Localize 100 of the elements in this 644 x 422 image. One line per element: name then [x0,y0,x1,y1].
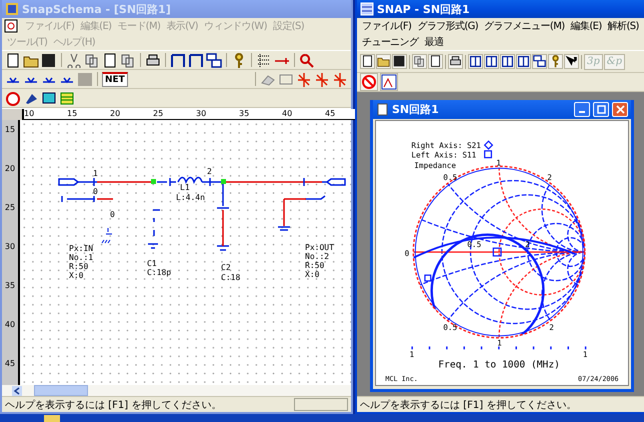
ruler-label: 15 [67,109,78,119]
window-icon[interactable] [170,52,186,68]
ruler-label: 45 [4,358,16,369]
cascade-windows-icon[interactable] [532,54,547,69]
menu-item[interactable]: グラフメニュー(M) [481,18,568,34]
window-title: SNAP - SN回路1 [377,2,470,16]
scale-label: 1 [410,350,414,360]
new-document-icon[interactable] [360,54,375,69]
schematic-label: C:18p [147,268,172,277]
key-icon[interactable] [548,54,563,69]
chart-axis-label: 2 [547,172,552,182]
menu-item[interactable]: モード(M) [114,18,164,34]
printer-icon[interactable] [145,52,161,68]
document-icon [376,103,389,116]
new-document-icon[interactable] [5,52,21,68]
menu-item[interactable]: グラフ形式(G) [414,18,482,34]
window-icon[interactable] [468,54,483,69]
ruler-label: 20 [4,163,16,174]
menu-item[interactable]: 設定(S) [270,18,308,34]
open-folder-icon[interactable] [376,54,391,69]
window-icon[interactable] [484,54,499,69]
page-icon[interactable] [428,54,443,69]
frame-icon[interactable] [278,72,294,86]
chart-axis-label: 0.5 [443,323,458,332]
menu-item[interactable]: 最適 [421,34,446,50]
ruler-label: 25 [4,202,16,213]
document-icon[interactable] [4,19,18,33]
cut-icon[interactable] [66,52,82,68]
schematic-label: Px:OUT [305,243,334,252]
net-button[interactable]: NET [102,72,128,86]
menu-item[interactable]: 編集(E) [77,18,114,34]
legend-label: Right Axis: S21 [411,140,481,150]
scroll-left-button[interactable] [12,386,22,396]
minimize-button[interactable] [574,102,590,117]
status-text: ヘルプを表示するには [F1] を押してください。 [360,398,578,412]
printer-icon[interactable] [448,54,463,69]
schematic-label: R:50 [305,261,324,270]
chart-axis-label: 0.5 [443,172,458,182]
chart-icon[interactable] [380,73,398,91]
menu-item[interactable]: ファイル(F) [359,18,414,34]
zoom-icon[interactable] [299,52,315,68]
close-icon [616,105,624,114]
scale-label: 1 [497,338,502,348]
schematic-label: 0 [110,210,115,219]
clipboard-icon[interactable] [120,52,136,68]
schematic-label: L:4.4n [176,193,205,202]
menu-item[interactable]: ツール(T) [4,34,50,50]
page-icon[interactable] [102,52,118,68]
monitor-icon[interactable] [41,90,57,106]
ruler-label: 20 [110,109,122,119]
menu-item[interactable]: 編集(E) [568,18,605,34]
menu-item[interactable]: ヘルプ(H) [50,34,98,50]
status-text: ヘルプを表示するには [F1] を押してください。 [5,398,222,412]
ruler-label: 30 [4,241,16,252]
window-icon[interactable] [188,52,204,68]
horizontal-scrollbar[interactable] [2,385,351,396]
window-icon[interactable] [500,54,515,69]
window-icon[interactable] [516,54,531,69]
save-icon[interactable] [392,54,407,69]
ruler-label: 15 [4,124,16,135]
app-icon [5,2,19,16]
scroll-thumb[interactable] [34,385,88,396]
schematic-label: No.:2 [305,252,330,261]
menu-item[interactable]: チューニング [359,34,422,50]
cascade-windows-icon[interactable] [206,52,222,68]
window-title: SN回路1 [392,102,439,117]
help-pointer-icon[interactable] [564,54,579,69]
maximize-button[interactable] [593,102,609,117]
menu-item[interactable]: 解析(S) [604,18,642,34]
menu-item[interactable]: ファイル(F) [22,18,78,34]
no-symbol-icon[interactable] [360,73,378,91]
ruler-label: 40 [282,109,294,119]
x-axis-title: Freq. 1 to 1000 (MHz) [438,360,560,371]
ruler-label: 35 [239,109,250,119]
schematic-label: C1 [147,259,157,268]
schematic-label: X:0 [69,271,84,280]
ruler-label: 40 [4,319,16,330]
ruler-label: 10 [24,109,36,119]
square-marker-icon [484,150,492,158]
ruler-label: 25 [153,109,164,119]
schematic-label: 1 [93,169,98,178]
legend-label: Left Axis: S11 [411,150,476,160]
chart-axis-label: 2 [549,323,554,332]
grid-icon[interactable] [256,52,272,68]
schematic-label: L1 [180,183,190,192]
app-icon [360,2,374,16]
copy-icon[interactable] [412,54,427,69]
save-icon[interactable] [41,52,57,68]
diamond-marker-icon [484,140,494,150]
menu-item[interactable]: 表示(V) [163,18,201,34]
menu-item[interactable]: ウィンドウ(W) [200,18,270,34]
schematic-label: 2 [207,167,212,176]
close-button[interactable] [612,102,628,117]
table-icon[interactable] [59,90,75,106]
maximize-icon [596,105,606,114]
chart-axis-label: 0 [404,248,410,258]
ruler-label: 30 [196,109,208,119]
copy-icon[interactable] [84,52,100,68]
chart-axis-label: 0.5 [467,240,482,250]
schematic-label: C:18 [221,273,240,282]
